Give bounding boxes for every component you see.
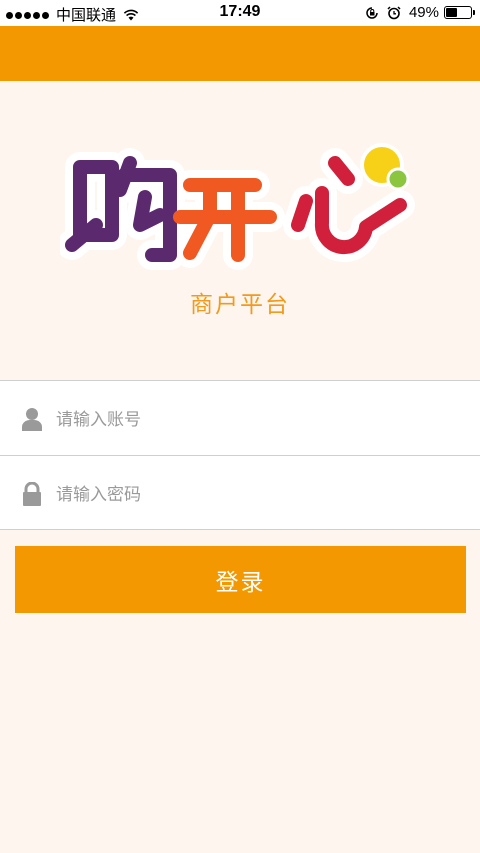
alarm-icon <box>387 5 401 19</box>
header-bar <box>0 26 480 81</box>
battery-percent: 49% <box>408 4 439 21</box>
login-button[interactable]: 登录 <box>15 546 466 613</box>
rotation-lock-icon <box>366 6 378 19</box>
battery-nub <box>473 10 475 15</box>
status-bar: 中国联通 17:49 49% <box>0 0 480 26</box>
battery-fill <box>446 8 457 17</box>
account-row <box>0 380 480 455</box>
lock-icon <box>23 482 41 506</box>
platform-subtitle: 商户平台 <box>190 292 290 318</box>
password-row <box>0 455 480 530</box>
user-icon <box>22 408 42 431</box>
password-input[interactable] <box>54 474 458 516</box>
battery-icon <box>444 6 475 19</box>
logo-green-dot <box>386 167 410 191</box>
brand-logo <box>60 143 415 270</box>
account-input[interactable] <box>54 399 458 441</box>
status-bar-right: 49% <box>365 4 475 21</box>
